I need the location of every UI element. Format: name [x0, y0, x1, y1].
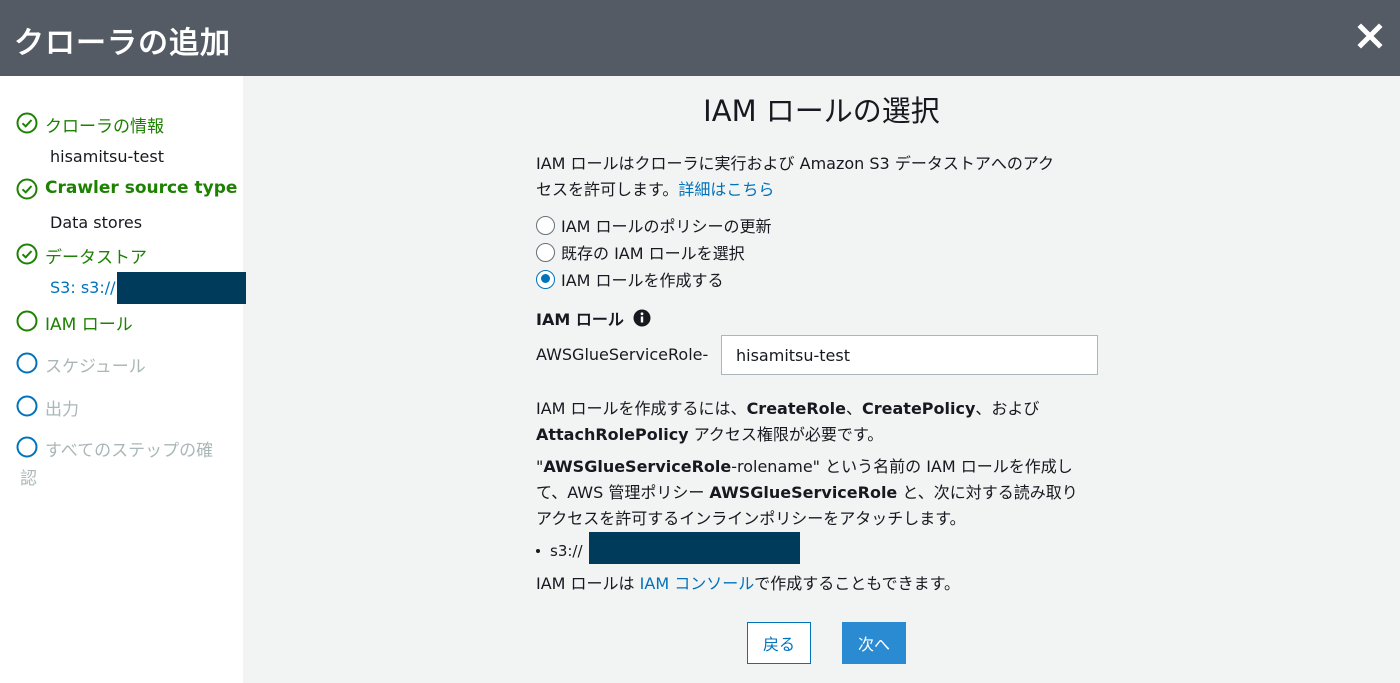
- s3-path-bullet: s3://: [536, 542, 583, 560]
- text-part: アクセス権限が必要です。: [688, 425, 884, 444]
- step-label: クローラの情報: [45, 117, 164, 137]
- step-iam-role[interactable]: IAM ロール: [16, 310, 133, 335]
- step-crawler-info[interactable]: クローラの情報: [16, 112, 164, 137]
- radio-button[interactable]: [536, 242, 555, 262]
- bullet-dot: [536, 549, 540, 553]
- radio-option-create-role[interactable]: IAM ロールを作成する: [536, 267, 724, 291]
- redaction-block: [589, 532, 800, 564]
- text-part: IAM ロールは: [536, 574, 640, 593]
- check-circle-icon: [16, 178, 38, 200]
- next-button[interactable]: 次へ: [842, 622, 906, 664]
- learn-more-link[interactable]: 詳細はこちら: [678, 180, 774, 199]
- step-label: 出力: [45, 400, 79, 420]
- console-note: IAM ロールは IAM コンソールで作成することもできます。: [536, 571, 1126, 597]
- step-detail: Data stores: [50, 213, 143, 232]
- circle-icon: [16, 310, 38, 332]
- text-part: 、および: [975, 399, 1040, 418]
- check-circle-icon: [16, 243, 38, 265]
- radio-option-update-policy[interactable]: IAM ロールのポリシーの更新: [536, 213, 772, 237]
- iam-role-field-label: IAM ロール: [536, 306, 651, 330]
- intro-text-part: セスを許可します。: [536, 180, 679, 199]
- step-label: IAM ロール: [45, 315, 133, 335]
- iam-console-link[interactable]: IAM コンソール: [640, 574, 755, 593]
- step-detail: hisamitsu-test: [50, 147, 165, 166]
- circle-icon: [16, 352, 38, 374]
- text-part: -rolename" という名前の IAM ロールを作成し: [731, 457, 1073, 476]
- step-label: Crawler source type: [45, 178, 238, 198]
- text-part: IAM ロールを作成するには、: [536, 399, 747, 418]
- step-label: データストア: [45, 248, 147, 268]
- text-part-bold: AWSGlueServiceRole: [709, 483, 898, 502]
- modal-title: クローラの追加: [14, 26, 231, 61]
- role-name-input[interactable]: [721, 335, 1098, 375]
- text-part: 、: [846, 399, 863, 418]
- step-detail-s3-path[interactable]: S3: s3://: [50, 278, 116, 297]
- step-data-store[interactable]: データストア: [16, 243, 147, 268]
- text-part-bold: AWSGlueServiceRole: [543, 457, 732, 476]
- step-review: すべてのステップの確: [16, 436, 213, 461]
- radio-button-selected[interactable]: [536, 269, 555, 289]
- text-part-bold: AttachRolePolicy: [536, 425, 689, 444]
- radio-label: IAM ロールのポリシーの更新: [561, 217, 772, 236]
- role-description: "AWSGlueServiceRole-rolename" という名前の IAM…: [536, 454, 1126, 532]
- main-panel: IAM ロールの選択 IAM ロールはクローラに実行および Amazon S3 …: [243, 76, 1400, 683]
- page-title: IAM ロールの選択: [703, 94, 940, 128]
- circle-icon: [16, 436, 38, 458]
- role-name-prefix: AWSGlueServiceRole-: [536, 345, 709, 364]
- bullet-text: s3://: [550, 542, 583, 560]
- permission-note: IAM ロールを作成するには、CreateRole、CreatePolicy、お…: [536, 396, 1126, 448]
- intro-line: セスを許可します。詳細はこちら: [536, 177, 1126, 203]
- check-circle-icon: [16, 112, 38, 134]
- intro-line: IAM ロールはクローラに実行および Amazon S3 データストアへのアク: [536, 154, 1055, 173]
- text-part: で作成することもできます。: [754, 574, 960, 593]
- text-part: アクセスを許可するインラインポリシーをアタッチします。: [536, 509, 966, 528]
- text-part-bold: CreatePolicy: [862, 399, 976, 418]
- text-part-bold: CreateRole: [746, 399, 846, 418]
- redaction-block: [117, 272, 246, 304]
- radio-button[interactable]: [536, 215, 555, 235]
- radio-label: IAM ロールを作成する: [561, 271, 724, 290]
- steps-sidebar: クローラの情報 hisamitsu-test Crawler source ty…: [0, 76, 246, 683]
- info-icon[interactable]: [633, 309, 651, 327]
- step-label: スケジュール: [45, 357, 146, 377]
- circle-icon: [16, 395, 38, 417]
- step-output: 出力: [16, 395, 79, 420]
- radio-label: 既存の IAM ロールを選択: [561, 244, 745, 263]
- text-part: と、次に対する読み取り: [897, 483, 1078, 502]
- field-label-text: IAM ロール: [536, 310, 624, 329]
- back-button[interactable]: 戻る: [747, 622, 811, 664]
- step-crawler-source-type[interactable]: Crawler source type: [16, 178, 237, 200]
- step-label: すべてのステップの確: [45, 441, 214, 461]
- radio-option-choose-existing[interactable]: 既存の IAM ロールを選択: [536, 240, 745, 264]
- close-icon[interactable]: [1354, 20, 1386, 52]
- modal-header: クローラの追加: [0, 0, 1400, 76]
- text-part: て、AWS 管理ポリシー: [536, 483, 710, 502]
- step-schedule: スケジュール: [16, 352, 146, 377]
- intro-text: IAM ロールはクローラに実行および Amazon S3 データストアへのアク …: [536, 151, 1126, 203]
- step-label-continued: 認: [20, 469, 37, 489]
